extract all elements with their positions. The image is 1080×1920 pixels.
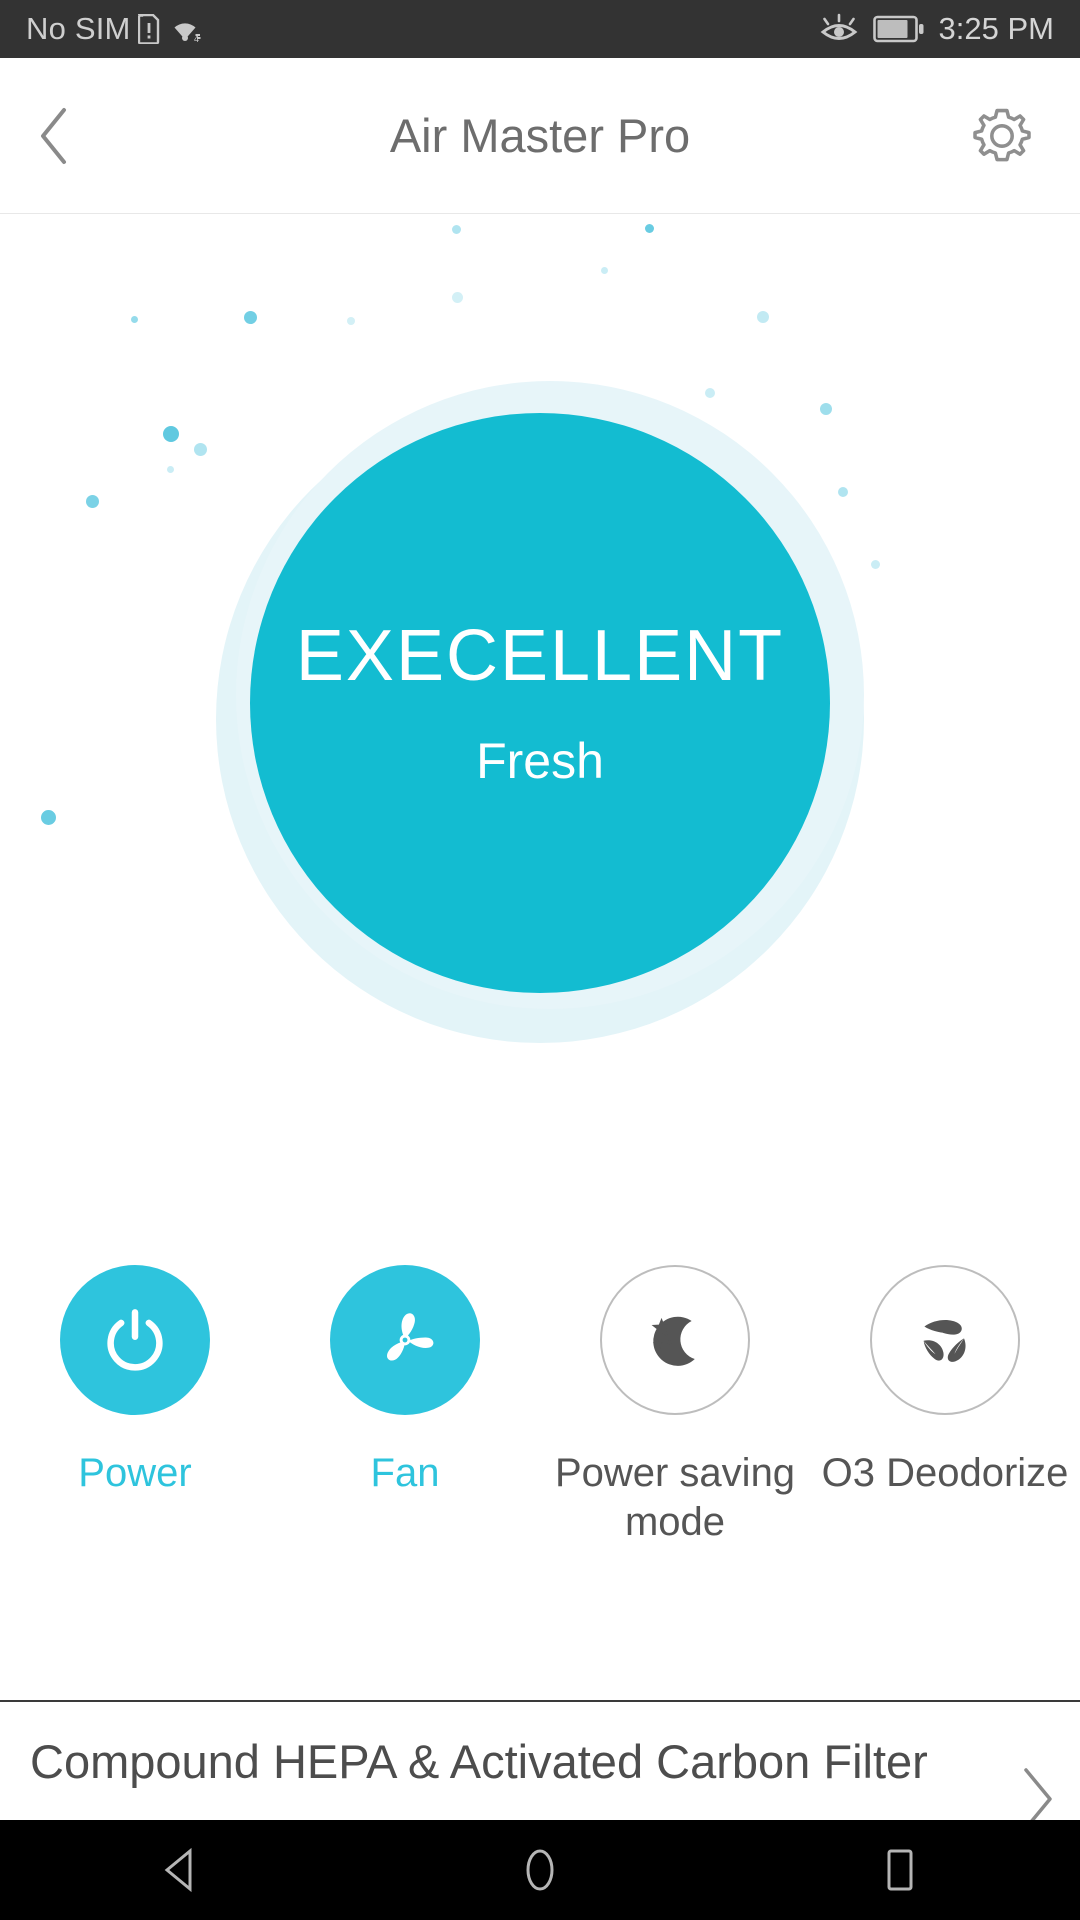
moon-stars-icon	[651, 1316, 695, 1366]
decor-dot	[871, 560, 880, 569]
decor-dot	[131, 316, 138, 323]
status-bar-left: No SIM 4	[26, 11, 203, 47]
decor-dot	[41, 810, 56, 825]
app-header: Air Master Pro	[0, 58, 1080, 214]
status-bar: No SIM 4 3:25 PM	[0, 0, 1080, 58]
decor-dot	[601, 267, 608, 274]
svg-text:4: 4	[194, 34, 199, 44]
decor-dot	[244, 311, 257, 324]
fan-button[interactable]	[330, 1265, 480, 1415]
sim-alert-icon	[137, 14, 159, 44]
page-title: Air Master Pro	[389, 109, 691, 162]
air-quality-indicator[interactable]: EXECELLENT Fresh	[250, 413, 830, 993]
settings-button[interactable]	[954, 88, 1050, 184]
nav-home-button[interactable]	[450, 1820, 630, 1920]
control-label-power-saving: Power saving mode	[554, 1451, 796, 1544]
gear-icon	[973, 108, 1031, 161]
decor-dot	[820, 403, 832, 415]
decor-dot	[757, 311, 769, 323]
power-button[interactable]	[60, 1265, 210, 1415]
power-saving-button[interactable]	[600, 1265, 750, 1415]
phone-screen: No SIM 4 3:25 PM Air Master Pro EXECELLE…	[0, 0, 1080, 1920]
nav-home-circle-icon	[526, 1849, 554, 1891]
decor-dot	[347, 317, 355, 325]
control-fan[interactable]: Fan	[270, 1265, 540, 1547]
control-label-power: Power	[78, 1451, 192, 1495]
eye-care-icon	[820, 13, 857, 40]
nav-back-button[interactable]	[90, 1820, 270, 1920]
decor-dot	[645, 224, 654, 233]
nav-recents-square-icon	[887, 1849, 913, 1891]
control-o3-deodorize[interactable]: O3 Deodorize	[810, 1265, 1080, 1547]
control-button-row: Power Fan Power saving mode O3 Deodorize	[0, 1265, 1080, 1547]
decor-dot	[838, 487, 848, 497]
control-power-saving[interactable]: Power saving mode	[540, 1265, 810, 1547]
decor-dot	[86, 495, 99, 508]
battery-icon	[872, 15, 924, 43]
android-nav-bar	[0, 1820, 1080, 1920]
decor-dot	[167, 466, 174, 473]
filter-label: Compound HEPA & Activated Carbon Filter	[30, 1734, 928, 1788]
decor-dot	[452, 225, 461, 234]
clock-label: 3:25 PM	[938, 11, 1054, 46]
decor-dot	[705, 388, 715, 398]
carrier-label: No SIM	[26, 11, 131, 46]
control-label-fan: Fan	[370, 1451, 440, 1495]
decor-dot	[452, 292, 463, 303]
control-power[interactable]: Power	[0, 1265, 270, 1547]
decor-dot	[194, 443, 207, 456]
power-icon	[107, 1309, 163, 1371]
fan-icon	[387, 1313, 434, 1361]
leaves-icon	[923, 1320, 966, 1362]
filter-row[interactable]: Compound HEPA & Activated Carbon Filter	[0, 1702, 1080, 1830]
control-label-o3-deodorize: O3 Deodorize	[821, 1451, 1069, 1495]
air-quality-description: Fresh	[476, 733, 604, 789]
nav-recents-button[interactable]	[810, 1820, 990, 1920]
nav-back-triangle-icon	[164, 1847, 192, 1893]
wifi-icon: 4	[174, 23, 201, 44]
status-bar-right: 3:25 PM	[819, 11, 1054, 47]
o3-deodorize-button[interactable]	[870, 1265, 1020, 1415]
air-quality-level: EXECELLENT	[295, 616, 785, 696]
decor-dot	[163, 426, 179, 442]
